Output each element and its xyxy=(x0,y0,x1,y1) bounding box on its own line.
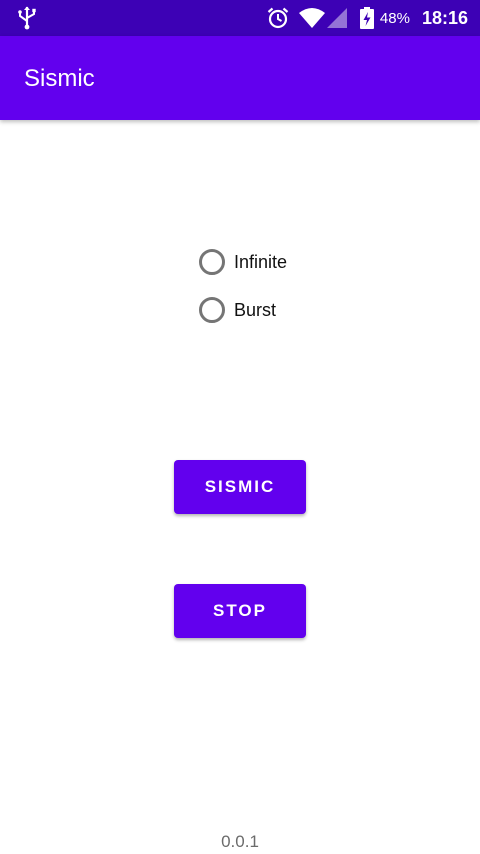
usb-icon xyxy=(16,6,38,30)
stop-button[interactable]: STOP xyxy=(174,584,306,638)
alarm-icon xyxy=(266,6,290,30)
status-bar: 48% 18:16 xyxy=(0,0,480,36)
status-clock: 18:16 xyxy=(421,7,468,28)
radio-burst[interactable]: Burst xyxy=(196,293,276,327)
radio-label-burst: Burst xyxy=(234,299,277,320)
battery-charging-icon xyxy=(359,7,374,29)
wifi-icon xyxy=(298,7,326,29)
radio-button-icon[interactable] xyxy=(199,297,225,323)
sismic-button[interactable]: SISMIC xyxy=(174,460,306,514)
app-bar: Sismic xyxy=(0,36,480,120)
radio-button-icon[interactable] xyxy=(199,249,225,275)
version-label: 0.0.1 xyxy=(221,832,259,851)
battery-percent: 48% xyxy=(379,9,410,27)
app-title: Sismic xyxy=(24,65,95,92)
status-icons: 48% 18:16 xyxy=(266,0,480,36)
signal-icon xyxy=(326,7,348,29)
screen: 48% 18:16 Sismic Infinite Burst SISMIC S… xyxy=(0,0,480,854)
radio-infinite[interactable]: Infinite xyxy=(196,245,287,279)
radio-label-infinite: Infinite xyxy=(234,251,288,272)
